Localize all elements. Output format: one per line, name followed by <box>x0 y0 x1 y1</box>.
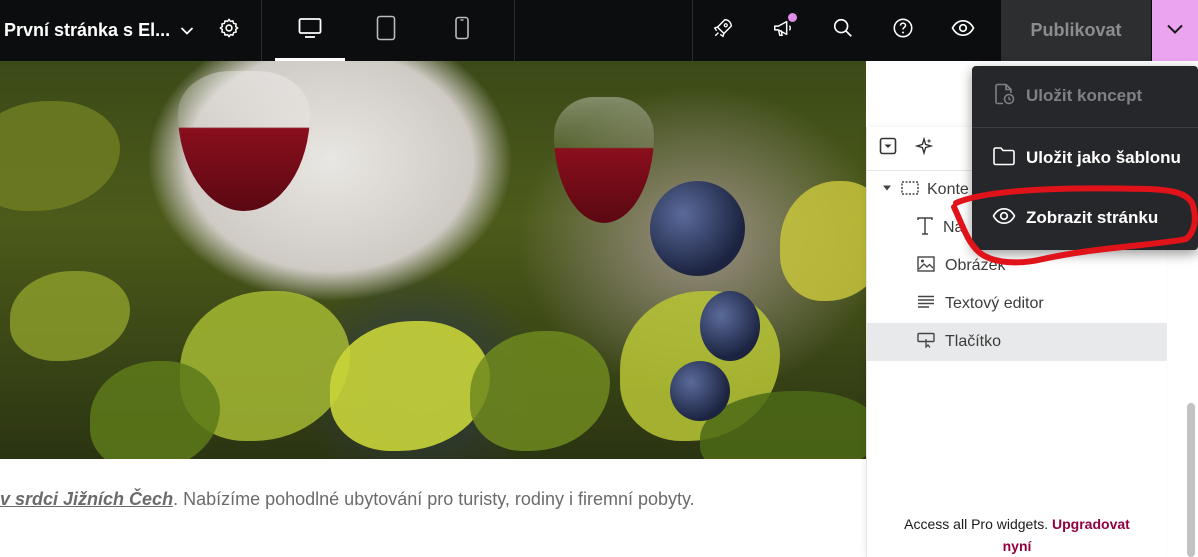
draft-icon <box>992 82 1026 111</box>
collapse-all-icon[interactable] <box>879 137 897 160</box>
view-page-item[interactable]: Zobrazit stránku <box>972 188 1198 248</box>
chevron-down-icon <box>180 26 194 36</box>
menu-item-label: Zobrazit stránku <box>1026 208 1159 227</box>
eye-icon <box>992 207 1026 230</box>
publish-button[interactable]: Publikovat <box>1001 0 1151 61</box>
nav-item-label: Tlačítko <box>945 333 1002 350</box>
nav-item-button[interactable]: Tlačítko <box>867 323 1167 361</box>
help-button[interactable] <box>873 0 933 61</box>
nav-item-label: Obrázek <box>945 257 1006 274</box>
region-link[interactable]: v srdci Jižních Čech <box>0 489 173 509</box>
text-editor-icon <box>917 295 935 314</box>
folder-icon <box>992 145 1026 172</box>
pro-upsell: Access all Pro widgets. Upgradovat nyní <box>867 513 1167 557</box>
notifications-button[interactable] <box>753 0 813 61</box>
notification-dot <box>788 13 797 22</box>
save-as-template-item[interactable]: Uložit jako šablonu <box>972 128 1198 188</box>
launch-button[interactable] <box>693 0 753 61</box>
hero-image <box>0 61 866 459</box>
search-button[interactable] <box>813 0 873 61</box>
upgrade-link[interactable]: Upgradovat <box>1052 516 1130 532</box>
desktop-icon <box>298 17 322 44</box>
image-icon <box>917 255 935 277</box>
nav-item-label: Textový editor <box>945 295 1044 312</box>
nav-item-text-editor[interactable]: Textový editor <box>867 285 1167 323</box>
publish-options-button[interactable] <box>1152 0 1198 61</box>
preview-button[interactable] <box>933 0 993 61</box>
upgrade-link-now[interactable]: nyní <box>1003 538 1032 554</box>
promo-text: Access all Pro widgets. <box>904 516 1049 532</box>
caret-down-icon[interactable] <box>881 181 893 199</box>
chevron-down-icon <box>1166 22 1184 40</box>
publish-dropdown-menu: Uložit koncept Uložit jako šablonu Zobra… <box>972 66 1198 250</box>
page-title-menu[interactable]: První stránka s El... <box>0 0 196 61</box>
ai-sparkle-icon[interactable] <box>914 136 934 160</box>
container-icon <box>901 180 919 200</box>
rocket-icon <box>712 17 734 44</box>
gear-icon <box>218 17 240 44</box>
mobile-view-button[interactable] <box>427 0 497 61</box>
save-draft-item[interactable]: Uložit koncept <box>972 66 1198 126</box>
help-icon <box>892 17 914 44</box>
heading-icon <box>917 216 933 240</box>
intro-paragraph: v srdci Jižních Čech. Nabízíme pohodlné … <box>0 489 695 510</box>
nav-item-label: Konte <box>927 181 969 198</box>
editor-window: v srdci Jižních Čech. Nabízíme pohodlné … <box>0 0 1198 557</box>
device-switcher <box>262 0 515 61</box>
menu-item-label: Uložit jako šablonu <box>1026 148 1181 167</box>
scrollbar[interactable] <box>1187 403 1195 557</box>
mobile-icon <box>454 16 470 45</box>
tablet-icon <box>376 15 396 46</box>
editor-topbar: První stránka s El... Publikovat <box>0 0 1198 61</box>
topbar-actions: Publikovat <box>692 0 1198 61</box>
nav-item-image[interactable]: Obrázek <box>867 247 1167 285</box>
eye-icon <box>951 19 975 42</box>
page-title: První stránka s El... <box>4 20 171 40</box>
search-icon <box>832 17 854 44</box>
tablet-view-button[interactable] <box>351 0 421 61</box>
intro-text: . Nabízíme pohodlné ubytování pro turist… <box>173 489 695 509</box>
nav-item-label: Na <box>943 219 964 236</box>
button-icon <box>917 332 935 353</box>
settings-button[interactable] <box>196 0 262 61</box>
desktop-view-button[interactable] <box>275 0 345 61</box>
menu-item-label: Uložit koncept <box>1026 86 1143 105</box>
